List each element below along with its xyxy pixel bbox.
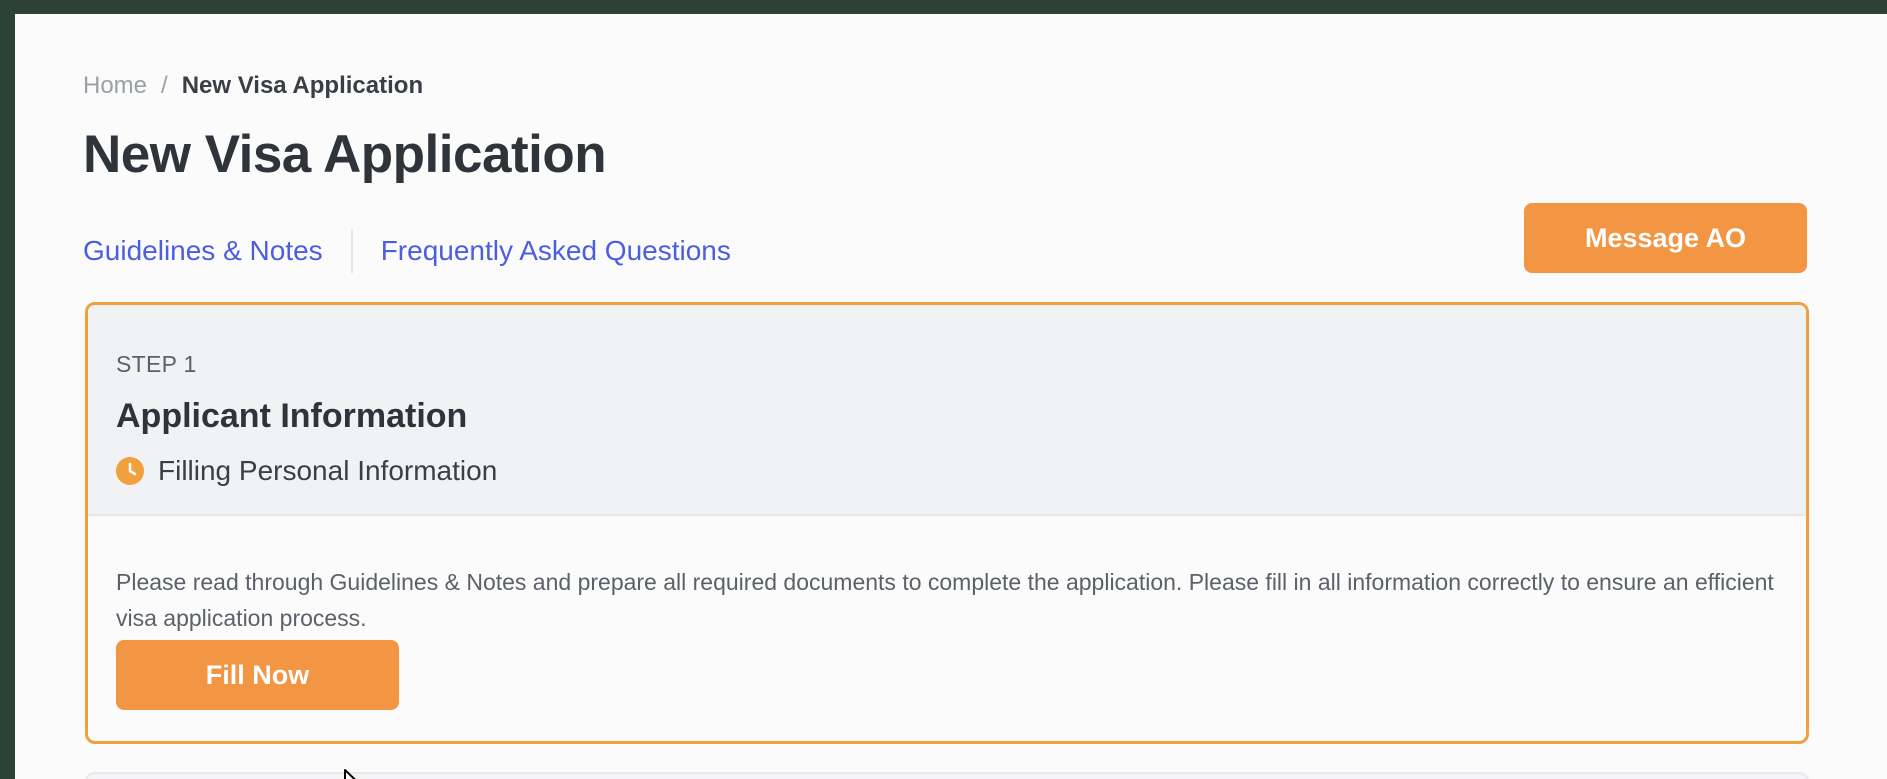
- breadcrumb: Home / New Visa Application: [83, 72, 423, 100]
- step-status-text: Filling Personal Information: [158, 455, 498, 486]
- info-links: Guidelines & Notes Frequently Asked Ques…: [83, 228, 731, 274]
- step-status: Filling Personal Information: [116, 455, 497, 487]
- breadcrumb-current: New Visa Application: [181, 72, 424, 99]
- link-divider: [350, 229, 353, 273]
- breadcrumb-home-link[interactable]: Home: [83, 72, 147, 99]
- step-description: Please read through Guidelines & Notes a…: [116, 569, 1774, 631]
- message-ao-button[interactable]: Message AO: [1524, 203, 1807, 273]
- breadcrumb-separator: /: [161, 72, 168, 99]
- step-title: Applicant Information: [116, 397, 468, 435]
- mouse-cursor-icon: [343, 768, 373, 779]
- step-card: STEP 1 Applicant Information Filling Per…: [85, 302, 1809, 744]
- page-title: New Visa Application: [83, 125, 607, 184]
- fill-now-button[interactable]: Fill Now: [116, 640, 399, 710]
- step-header: STEP 1 Applicant Information Filling Per…: [88, 305, 1806, 516]
- app-page: Home / New Visa Application New Visa Appli…: [15, 14, 1887, 779]
- step-label: STEP 1: [116, 351, 197, 377]
- faq-link[interactable]: Frequently Asked Questions: [381, 235, 731, 267]
- clock-icon: [116, 457, 144, 485]
- guidelines-link[interactable]: Guidelines & Notes: [83, 235, 323, 267]
